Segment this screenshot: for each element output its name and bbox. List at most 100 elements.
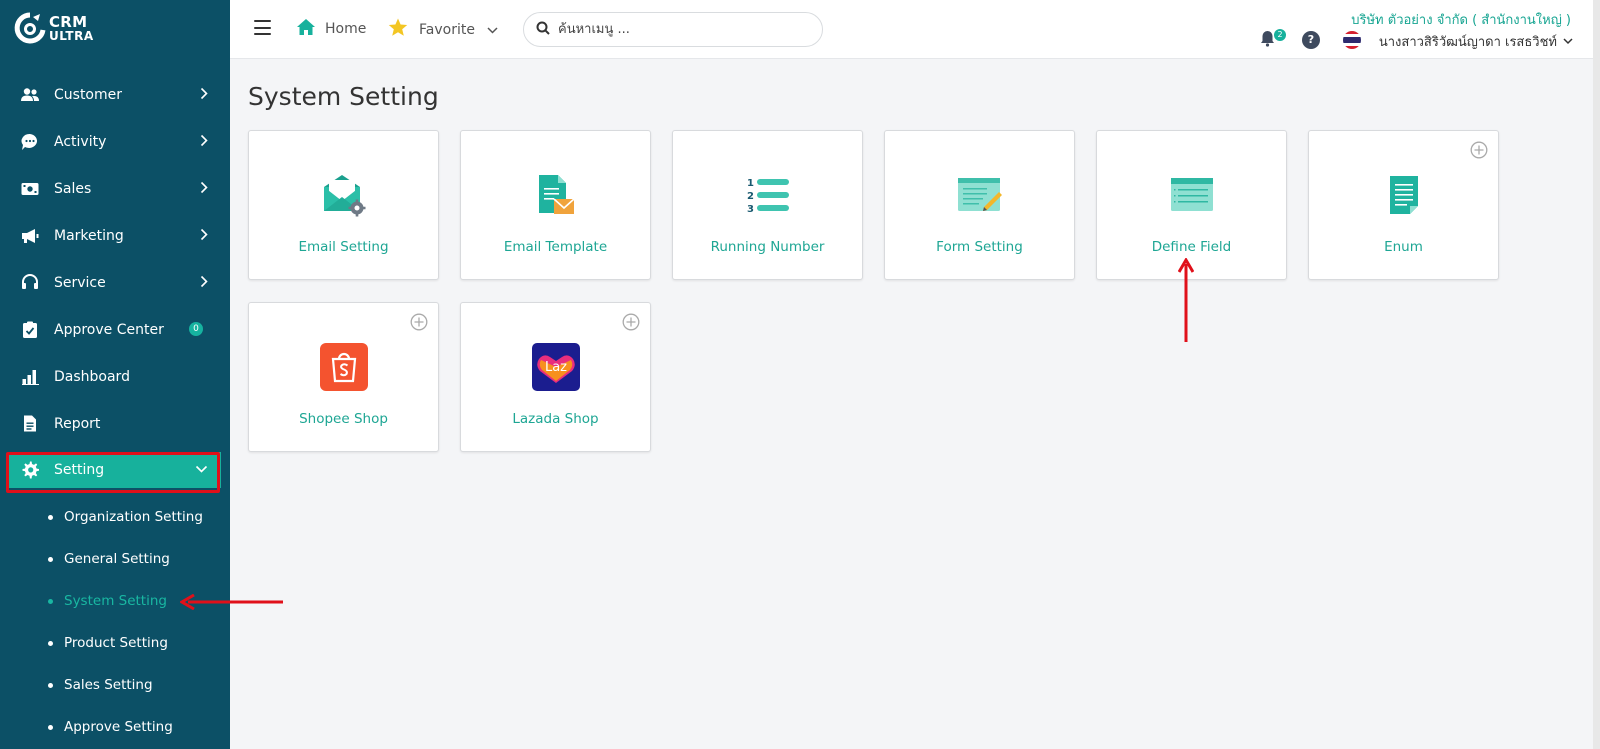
- sidebar-item-label: Report: [54, 415, 101, 432]
- star-icon: [388, 18, 408, 41]
- bullet-dot-icon: [48, 598, 53, 604]
- bullet-dot-icon: [48, 556, 53, 562]
- logo-line2: ULTRA: [49, 29, 94, 43]
- users-icon: [21, 86, 39, 104]
- search-input[interactable]: [558, 22, 798, 37]
- menu-search-box: [523, 12, 823, 47]
- add-circle-icon[interactable]: [1470, 141, 1488, 159]
- sidebar-item-label: Setting: [54, 462, 105, 478]
- submenu-item-organization-setting[interactable]: Organization Setting: [0, 496, 230, 538]
- user-name: นางสาวสิริวัฒน์ญาดา เรสธวิชท์: [1378, 35, 1557, 50]
- logo-line1: CRM: [49, 13, 88, 31]
- document-icon: [1309, 169, 1498, 221]
- sidebar-item-marketing[interactable]: Marketing: [0, 212, 230, 259]
- submenu-item-label: General Setting: [64, 551, 170, 567]
- bell-icon[interactable]: [1260, 30, 1275, 51]
- sidebar-item-customer[interactable]: Customer: [0, 71, 230, 118]
- lazada-logo-icon: Laz: [461, 341, 650, 393]
- sidebar-item-label: Sales: [54, 180, 92, 197]
- page-title: System Setting: [248, 82, 439, 111]
- chevron-right-icon: [200, 87, 208, 104]
- add-circle-icon[interactable]: [622, 313, 640, 331]
- setting-submenu: Organization Setting General Setting Sys…: [0, 496, 230, 748]
- chevron-right-icon: [200, 181, 208, 198]
- field-list-icon: [1097, 169, 1286, 221]
- top-header: Home Favorite 2 ? บริษัท ตัวอย่าง จำกัด …: [230, 0, 1593, 59]
- card-enum[interactable]: Enum: [1308, 130, 1499, 280]
- bullet-dot-icon: [48, 640, 53, 646]
- submenu-item-label: Organization Setting: [64, 509, 203, 525]
- bullet-dot-icon: [48, 682, 53, 688]
- card-label: Email Setting: [298, 239, 389, 255]
- card-email-template[interactable]: Email Template: [460, 130, 651, 280]
- favorite-label: Favorite: [419, 21, 475, 38]
- submenu-item-label: System Setting: [64, 593, 167, 609]
- file-icon: [21, 415, 39, 433]
- help-icon[interactable]: ?: [1302, 31, 1320, 49]
- thai-flag-icon[interactable]: [1343, 31, 1361, 49]
- home-icon: [296, 18, 316, 40]
- sidebar-item-sales[interactable]: Sales: [0, 165, 230, 212]
- company-name: บริษัท ตัวอย่าง จำกัด ( สำนักงานใหญ่ ): [1351, 13, 1571, 28]
- home-link[interactable]: Home: [296, 18, 366, 40]
- sidebar-item-report[interactable]: Report: [0, 400, 230, 447]
- search-icon: [536, 20, 550, 39]
- submenu-item-label: Product Setting: [64, 635, 168, 651]
- card-label: Running Number: [710, 239, 825, 255]
- logo-icon: [14, 12, 46, 46]
- lazada-logo-text: Laz: [544, 360, 566, 375]
- card-label: Form Setting: [936, 239, 1023, 255]
- submenu-item-sales-setting[interactable]: Sales Setting: [0, 664, 230, 706]
- submenu-item-label: Approve Setting: [64, 719, 173, 735]
- shopee-logo-icon: [249, 341, 438, 393]
- numbered-list-icon: 1 2 3: [673, 169, 862, 221]
- sidebar-item-label: Service: [54, 274, 106, 291]
- bullet-dot-icon: [48, 514, 53, 520]
- submenu-item-product-setting[interactable]: Product Setting: [0, 622, 230, 664]
- sidebar-item-service[interactable]: Service: [0, 259, 230, 306]
- submenu-item-label: Sales Setting: [64, 677, 153, 693]
- card-running-number[interactable]: 1 2 3 Running Number: [672, 130, 863, 280]
- chevron-down-icon: [1563, 34, 1573, 49]
- card-email-setting[interactable]: Email Setting: [248, 130, 439, 280]
- sidebar-item-activity[interactable]: Activity: [0, 118, 230, 165]
- favorite-dropdown[interactable]: Favorite: [388, 18, 498, 41]
- approve-count-badge: 0: [189, 322, 203, 336]
- card-shopee-shop[interactable]: Shopee Shop: [248, 302, 439, 452]
- annotation-arrow-left: [180, 594, 283, 610]
- gear-icon: [21, 461, 39, 479]
- submenu-item-approve-setting[interactable]: Approve Setting: [0, 706, 230, 748]
- card-label: Define Field: [1151, 239, 1232, 255]
- hamburger-menu-icon[interactable]: [254, 20, 271, 35]
- form-edit-icon: [885, 169, 1074, 221]
- vertical-scrollbar[interactable]: [1593, 0, 1600, 749]
- card-form-setting[interactable]: Form Setting: [884, 130, 1075, 280]
- sidebar-item-label: Dashboard: [54, 368, 130, 385]
- card-lazada-shop[interactable]: Laz Lazada Shop: [460, 302, 651, 452]
- svg-text:3: 3: [747, 204, 754, 214]
- svg-text:2: 2: [747, 191, 754, 202]
- add-circle-icon[interactable]: [410, 313, 428, 331]
- sidebar-item-label: Approve Center: [54, 321, 164, 338]
- chevron-right-icon: [200, 275, 208, 292]
- svg-text:1: 1: [747, 178, 754, 189]
- card-label: Shopee Shop: [299, 411, 388, 427]
- notification-count-badge: 2: [1274, 29, 1286, 41]
- bar-chart-icon: [21, 368, 39, 386]
- sidebar-item-approve-center[interactable]: Approve Center 0: [0, 306, 230, 353]
- card-label: Email Template: [503, 239, 608, 255]
- chevron-down-icon: [195, 462, 208, 478]
- sidebar-item-dashboard[interactable]: Dashboard: [0, 353, 230, 400]
- sidebar-item-label: Activity: [54, 133, 107, 150]
- email-template-icon: [461, 169, 650, 221]
- email-settings-icon: [249, 169, 438, 221]
- user-menu[interactable]: นางสาวสิริวัฒน์ญาดา เรสธวิชท์: [1379, 31, 1573, 52]
- sidebar: CRM ULTRA Customer Activity Sales Market…: [0, 0, 230, 749]
- logo-text: CRM ULTRA: [49, 13, 94, 44]
- sidebar-item-label: Customer: [54, 86, 123, 103]
- card-label: Lazada Shop: [512, 411, 599, 427]
- crm-ultra-logo[interactable]: CRM ULTRA: [14, 12, 94, 46]
- submenu-item-general-setting[interactable]: General Setting: [0, 538, 230, 580]
- chevron-down-icon: [487, 22, 498, 38]
- sidebar-item-setting[interactable]: Setting: [9, 452, 221, 488]
